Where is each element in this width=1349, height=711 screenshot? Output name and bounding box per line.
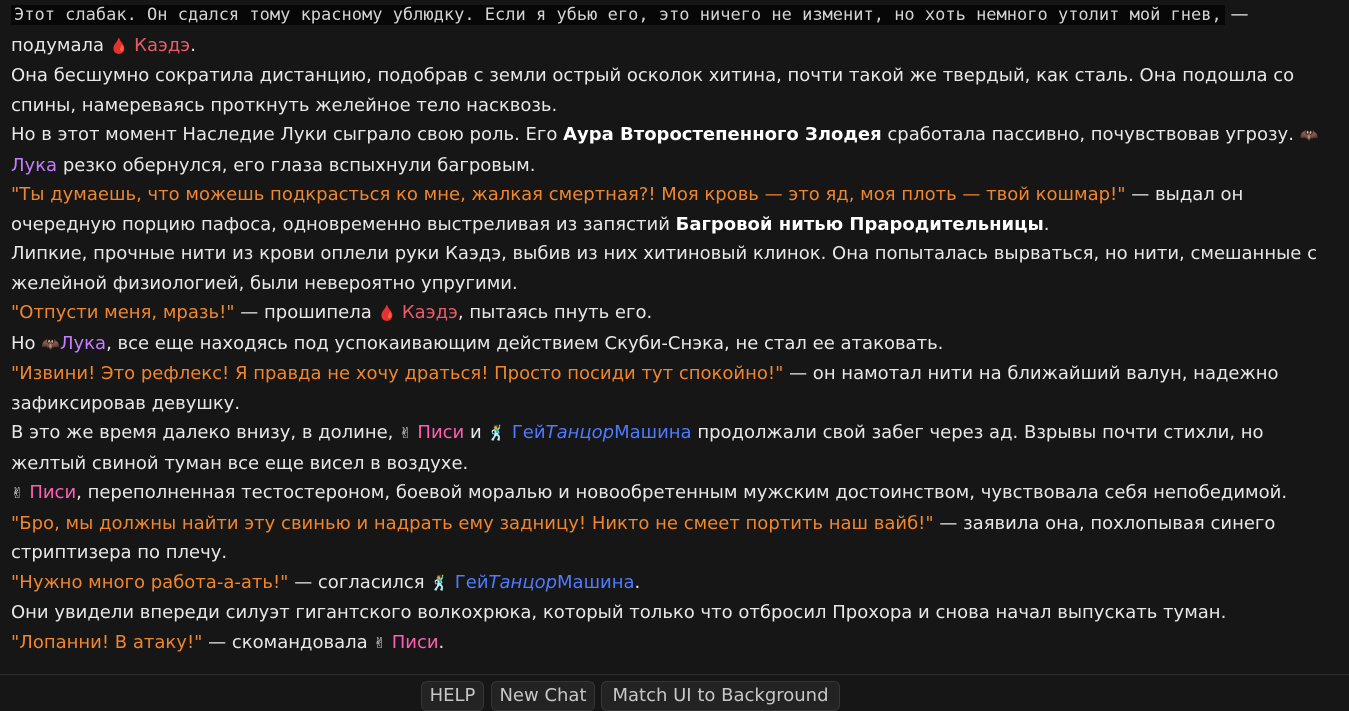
message: Но в этот момент Наследие Луки сыграло с… [11,120,1336,180]
dialogue-quote: "Лопанни! В атаку!" [11,631,203,653]
message: "Отпусти меня, мразь!" — прошипела 🩸 Каэ… [11,298,1336,329]
new-chat-button[interactable]: New Chat [491,681,595,711]
victory-hand-icon: ✌ [11,484,24,502]
narration-text: сработала пассивно, почувствовав угрозу. [881,124,1300,145]
victory-hand-icon: ✌ [399,424,412,442]
message: Она бесшумно сократила дистанцию, подобр… [11,61,1336,120]
ability-name: Аура Второстепенного Злодея [563,124,882,145]
message: Но 🦇Лука, все еще находясь под успокаива… [11,329,1336,360]
narration-text: и [464,422,488,443]
message: "Ты думаешь, что можешь подкрасться ко м… [11,180,1336,239]
message: "Извини! Это рефлекс! Я правда не хочу д… [11,359,1336,418]
narration-text: Но [11,332,42,354]
character-name-pisi: Писи [391,631,439,653]
ability-name: Багровой нитью Прародительницы [675,213,1044,235]
bat-icon: 🦇 [1299,126,1319,144]
name-part: Гей [511,422,546,443]
message: Этот слабак. Он сдался тому красному убл… [11,0,1336,61]
bottom-toolbar: HELP New Chat Match UI to Background [0,674,1349,711]
message: "Бро, мы должны найти эту свинью и надра… [11,509,1336,568]
character-name-luka: Лука [11,154,58,176]
narration-text: . [190,34,196,56]
message: В это же время далеко внизу, в долине, ✌… [11,418,1336,478]
name-part: Танцор [545,422,615,443]
character-name-dancer: ГейТанцорМашина [455,572,635,593]
narration-text: . [1043,213,1050,235]
victory-hand-icon: ✌ [373,633,386,652]
dancer-icon: 🕺 [430,573,450,592]
name-part: Танцор [488,571,558,593]
narration-text: Но в этот момент Наследие Луки сыграло с… [11,124,564,145]
character-name-dancer: ГейТанцорМашина [512,422,692,443]
character-name-pisi: Писи [29,482,77,503]
name-part: Машина [557,571,635,593]
narration-text: , пытаясь пнуть его. [457,302,653,323]
blood-drop-icon: 🩸 [109,36,129,55]
narration-text: — согласился [288,571,431,593]
narration-text: . [634,571,641,593]
dialogue-quote: "Извини! Это рефлекс! Я правда не хочу д… [11,363,784,384]
message: "Лопанни! В атаку!" — скомандовала ✌ Пис… [11,628,1336,659]
narration-text: . [438,631,445,653]
narration-text: В это же время далеко внизу, в долине, [11,422,400,443]
match-ui-button[interactable]: Match UI to Background [601,681,840,711]
narration-text: Она бесшумно сократила дистанцию, подобр… [11,65,1295,116]
character-name-kaede: Каэдэ [401,302,458,323]
narration-text: Они увидели впереди силуэт гигантского в… [11,602,1227,623]
help-button[interactable]: HELP [421,681,484,711]
narration-text: резко обернулся, его глаза вспыхнули баг… [57,154,536,176]
narration-text: , все еще находясь под успокаивающим дей… [106,332,944,354]
dialogue-quote: "Ты думаешь, что можешь подкрасться ко м… [11,184,1126,205]
code-thought: Этот слабак. Он сдался тому красному убл… [11,5,1225,25]
name-part: Гей [454,571,489,593]
blood-drop-icon: 🩸 [377,304,397,322]
message: Они увидели впереди силуэт гигантского в… [11,598,1336,628]
narration-text: — прошипела [234,302,378,323]
narration-text: , переполненная тестостероном, боевой мо… [76,482,1288,503]
narration-text: — скомандовала [202,631,374,653]
character-name-pisi: Писи [417,422,465,443]
name-part: Машина [614,422,692,443]
chat-log: Этот слабак. Он сдался тому красному убл… [11,0,1336,658]
message: ✌ Писи, переполненная тестостероном, бое… [11,478,1336,509]
dancer-icon: 🕺 [487,424,507,442]
message: Липкие, прочные нити из крови оплели рук… [11,239,1336,298]
character-name-kaede: Каэдэ [134,34,191,56]
dialogue-quote: "Нужно многo работа-а-ать!" [11,571,289,593]
narration-text: Липкие, прочные нити из крови оплели рук… [11,243,1317,294]
message: "Нужно многo работа-а-ать!" — согласился… [11,568,1336,599]
dialogue-quote: "Отпусти меня, мразь!" [11,302,235,323]
character-name-luka: Лука [59,332,107,354]
bat-icon: 🦇 [41,334,60,353]
dialogue-quote: "Бро, мы должны найти эту свинью и надра… [11,512,934,534]
